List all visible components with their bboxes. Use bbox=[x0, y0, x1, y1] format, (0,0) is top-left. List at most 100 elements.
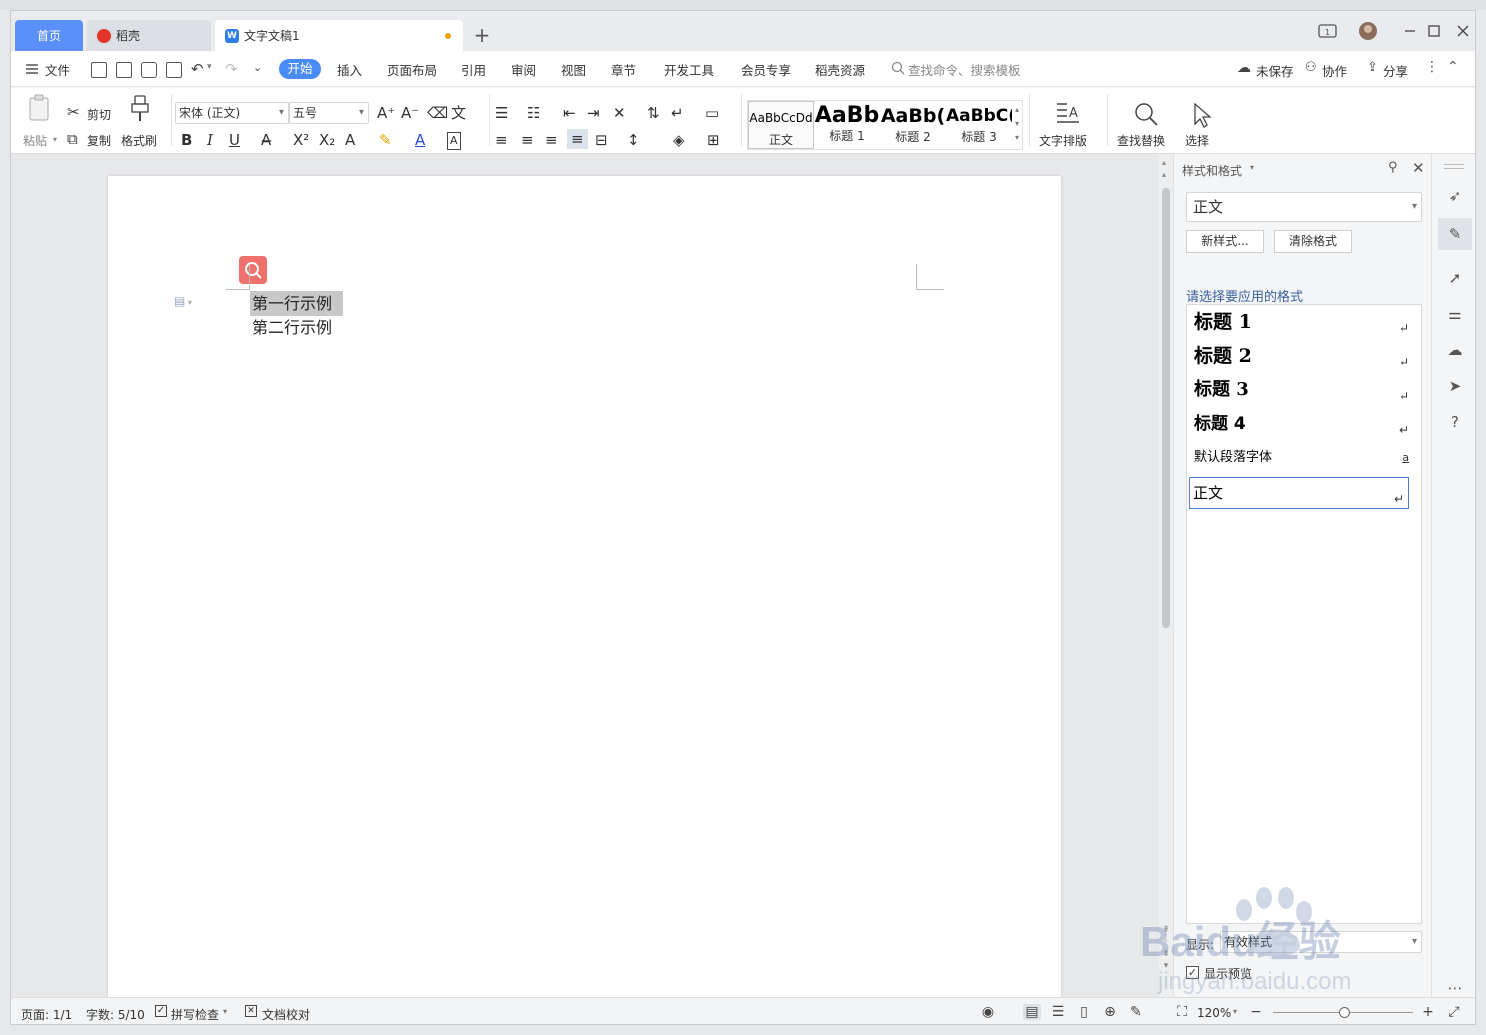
find-replace-button[interactable]: 查找替换 bbox=[1117, 132, 1165, 149]
share-button[interactable]: 分享 bbox=[1383, 61, 1408, 80]
underline-icon[interactable]: U bbox=[229, 132, 240, 148]
scroll-up-icon[interactable]: ▴ bbox=[1162, 170, 1166, 179]
text-effect-icon[interactable]: A bbox=[345, 132, 355, 148]
superscript-icon[interactable]: X² bbox=[293, 132, 309, 148]
align-center-icon[interactable]: ≡ bbox=[521, 132, 534, 148]
user-avatar[interactable] bbox=[1357, 21, 1379, 41]
paragraph-handle-icon[interactable]: ▤ ▾ bbox=[174, 294, 192, 308]
bold-icon[interactable]: B bbox=[181, 132, 192, 148]
clear-format-button[interactable]: 清除格式 bbox=[1274, 230, 1352, 253]
borders-icon[interactable]: ⊞ bbox=[707, 132, 720, 148]
numbered-list-icon[interactable]: ☷ bbox=[527, 105, 540, 121]
style-item-heading2[interactable]: 标题 2 ↵ bbox=[1187, 341, 1421, 373]
collapse-ribbon-icon[interactable]: ⌃ bbox=[1447, 59, 1459, 75]
word-count[interactable]: 字数: 5/10 bbox=[86, 1006, 145, 1023]
select-cursor-icon[interactable] bbox=[1191, 102, 1213, 128]
increase-indent-icon[interactable]: ⇥ bbox=[587, 105, 600, 121]
find-replace-icon[interactable] bbox=[1133, 102, 1159, 128]
hamburger-menu-icon[interactable] bbox=[25, 62, 39, 76]
zoom-out-icon[interactable]: − bbox=[1247, 1004, 1265, 1020]
zoom-dropdown-icon[interactable]: ▾ bbox=[1233, 1007, 1237, 1016]
share-plane-icon[interactable]: ➤ bbox=[1445, 376, 1465, 396]
command-search-input[interactable]: 查找命令、搜索模板 bbox=[908, 60, 1021, 79]
zoom-slider-thumb[interactable] bbox=[1339, 1007, 1350, 1018]
eye-protection-icon[interactable]: ◉ bbox=[979, 1004, 997, 1020]
character-border-icon[interactable]: A bbox=[447, 132, 461, 150]
backup-cloud-icon[interactable]: ☁ bbox=[1445, 340, 1465, 360]
show-filter-select[interactable]: 有效样式 bbox=[1220, 931, 1422, 953]
more-menu-icon[interactable]: ⋮ bbox=[1425, 59, 1439, 75]
menu-start[interactable]: 开始 bbox=[279, 59, 321, 79]
style-format-pen-icon[interactable]: ✎ bbox=[1438, 218, 1472, 250]
page-count[interactable]: 页面: 1/1 bbox=[21, 1006, 72, 1023]
paste-icon[interactable] bbox=[27, 94, 53, 122]
document-page[interactable]: ▤ ▾ 第一行示例 第二行示例 bbox=[108, 176, 1061, 997]
pin-icon[interactable]: ⚲ bbox=[1388, 160, 1398, 175]
undo-dropdown-icon[interactable]: ▾ bbox=[207, 62, 212, 72]
italic-icon[interactable]: I bbox=[207, 132, 213, 148]
cut-icon[interactable]: ✂ bbox=[67, 104, 80, 120]
scroll-up-icon[interactable]: ▴ bbox=[1162, 158, 1166, 167]
tab-document[interactable]: W 文字文稿1 bbox=[215, 20, 463, 51]
spell-check-button[interactable]: 拼写检查 bbox=[171, 1006, 219, 1023]
page-view-icon[interactable]: ▤ bbox=[1023, 1004, 1041, 1020]
paste-dropdown-icon[interactable]: ▾ bbox=[53, 135, 57, 144]
style-item-heading3[interactable]: 标题 3 ↵ bbox=[1187, 375, 1421, 407]
zoom-level[interactable]: 120% bbox=[1197, 1006, 1231, 1020]
zoom-in-icon[interactable]: + bbox=[1419, 1004, 1437, 1020]
collaborate-button[interactable]: 协作 bbox=[1322, 61, 1347, 80]
copy-button[interactable]: 复制 bbox=[87, 132, 111, 149]
save-icon[interactable] bbox=[91, 62, 107, 78]
style-item-normal[interactable]: 正文 ↵ bbox=[1189, 477, 1409, 509]
select-button[interactable]: 选择 bbox=[1185, 132, 1209, 149]
subscript-icon[interactable]: X₂ bbox=[319, 132, 335, 148]
spell-check-dropdown-icon[interactable]: ▾ bbox=[223, 1007, 227, 1016]
style-gallery-heading3[interactable]: AaBbC( 标题 3 bbox=[946, 101, 1012, 149]
menu-chapter[interactable]: 章节 bbox=[611, 60, 636, 79]
unsaved-status[interactable]: 未保存 bbox=[1256, 61, 1294, 80]
web-view-icon[interactable]: ⊕ bbox=[1101, 1004, 1119, 1020]
cut-button[interactable]: 剪切 bbox=[87, 106, 111, 123]
print-icon[interactable] bbox=[141, 62, 157, 78]
current-style-select[interactable]: 正文 bbox=[1186, 192, 1422, 222]
line-spacing-icon[interactable]: ↕ bbox=[627, 132, 640, 148]
decrease-indent-icon[interactable]: ⇤ bbox=[563, 105, 576, 121]
write-mode-icon[interactable]: ✎ bbox=[1127, 1004, 1145, 1020]
style-gallery-heading1[interactable]: AaBb 标题 1 bbox=[814, 101, 880, 149]
font-size-select[interactable]: 五号 bbox=[289, 102, 369, 124]
spell-check-icon[interactable]: ✓ bbox=[155, 1005, 167, 1017]
style-item-heading4[interactable]: 标题 4 ↵ bbox=[1187, 409, 1421, 441]
document-line-2[interactable]: 第二行示例 bbox=[252, 316, 332, 340]
menu-insert[interactable]: 插入 bbox=[337, 60, 362, 79]
fit-page-icon[interactable]: ⛶ bbox=[1173, 1004, 1191, 1020]
menu-page-layout[interactable]: 页面布局 bbox=[387, 60, 437, 79]
new-style-button[interactable]: 新样式... bbox=[1186, 230, 1264, 253]
paste-label[interactable]: 粘贴 bbox=[23, 132, 47, 149]
align-left-icon[interactable]: ≡ bbox=[495, 132, 508, 148]
style-item-default-paragraph-font[interactable]: 默认段落字体 a bbox=[1187, 443, 1421, 475]
page-nav-icon[interactable]: ⇞ ◦ ⇟ ▾ bbox=[1161, 924, 1171, 972]
text-layout-button[interactable]: 文字排版 bbox=[1039, 132, 1087, 149]
decrease-font-icon[interactable]: A⁻ bbox=[401, 105, 419, 121]
menu-member[interactable]: 会员专享 bbox=[741, 60, 791, 79]
panel-title-dropdown-icon[interactable]: ▾ bbox=[1250, 163, 1254, 172]
undo-icon[interactable]: ↶ bbox=[191, 60, 204, 78]
font-name-select[interactable]: 宋体 (正文) bbox=[175, 102, 289, 124]
maximize-icon[interactable] bbox=[1423, 21, 1445, 41]
format-painter-icon[interactable] bbox=[129, 94, 151, 122]
close-window-icon[interactable] bbox=[1452, 21, 1474, 41]
document-scrollbar[interactable]: ▴ ▴ ⇞ ◦ ⇟ ▾ bbox=[1159, 154, 1173, 997]
more-options-icon[interactable]: ⋯ bbox=[1445, 978, 1465, 998]
rocket-icon[interactable]: ➶ bbox=[1445, 186, 1465, 206]
new-tab-button[interactable]: + bbox=[471, 25, 493, 47]
style-item-heading1[interactable]: 标题 1 ↵ bbox=[1187, 307, 1421, 339]
customize-quick-access-icon[interactable]: ⌄ bbox=[253, 61, 262, 74]
text-layout-icon[interactable]: A bbox=[1055, 100, 1081, 126]
clear-format-eraser-icon[interactable]: ⌫ bbox=[427, 105, 448, 121]
export-pdf-icon[interactable] bbox=[116, 62, 132, 78]
menu-review[interactable]: 审阅 bbox=[511, 60, 536, 79]
redo-icon[interactable]: ↷ bbox=[225, 60, 238, 78]
tab-daoke[interactable]: 稻壳 bbox=[87, 20, 211, 51]
menu-references[interactable]: 引用 bbox=[461, 60, 486, 79]
proofread-icon[interactable]: ✕ bbox=[245, 1005, 257, 1017]
